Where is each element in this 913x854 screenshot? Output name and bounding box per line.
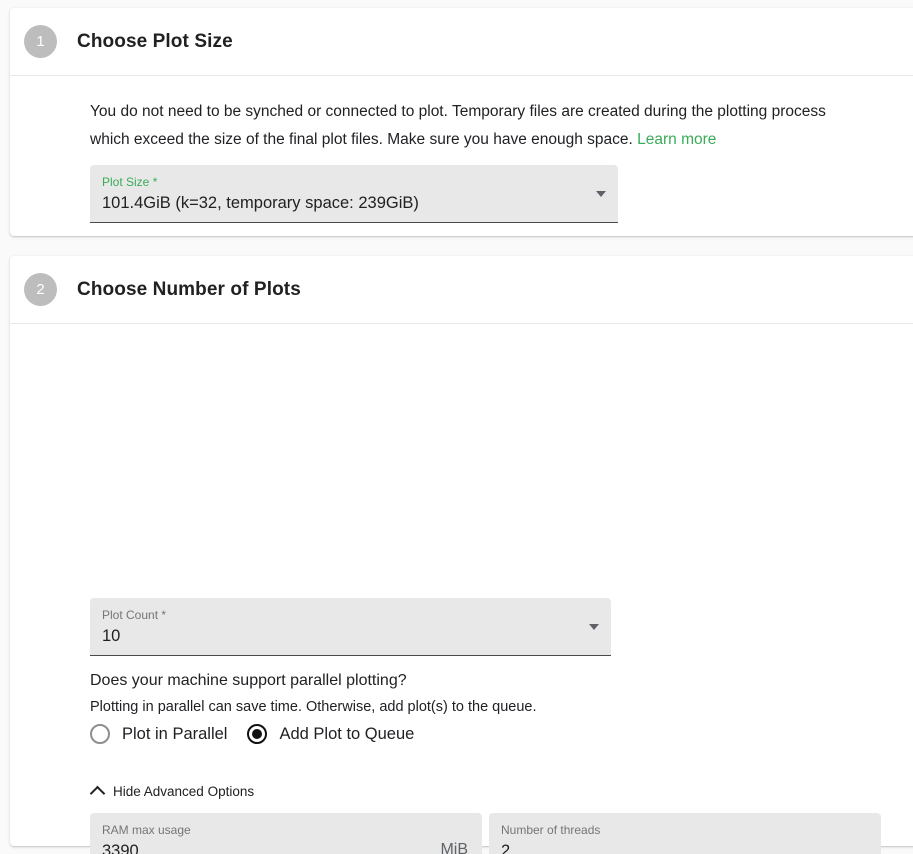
card-body-plot-size: You do not need to be synched or connect… — [10, 76, 913, 154]
ram-max-usage-field[interactable]: RAM max usage 3390 MiB — [90, 813, 482, 854]
ram-max-usage-unit: MiB — [440, 841, 468, 854]
radio-add-plot-to-queue-label: Add Plot to Queue — [279, 724, 415, 743]
plotting-wizard-page: 1 Choose Plot Size You do not need to be… — [0, 0, 913, 854]
plot-count-label: Plot Count * — [102, 608, 167, 622]
ram-max-usage-value: 3390 — [102, 842, 139, 854]
radio-plot-in-parallel[interactable]: Plot in Parallel — [90, 724, 227, 744]
chevron-down-icon[interactable] — [596, 190, 606, 197]
radio-add-plot-to-queue[interactable]: Add Plot to Queue — [247, 724, 414, 744]
parallel-plotting-subtext: Plotting in parallel can save time. Othe… — [90, 699, 537, 715]
plot-size-label: Plot Size * — [102, 175, 158, 189]
number-of-threads-label: Number of threads — [501, 823, 601, 837]
radio-unchecked-icon[interactable] — [90, 724, 110, 744]
step-number-badge-1: 1 — [24, 25, 57, 58]
plot-count-value: 10 — [102, 627, 121, 645]
hide-advanced-options-label: Hide Advanced Options — [113, 784, 255, 799]
chevron-down-icon[interactable] — [589, 623, 599, 630]
ram-max-usage-label: RAM max usage — [102, 823, 191, 837]
choose-plot-size-card: 1 Choose Plot Size You do not need to be… — [10, 8, 913, 236]
plot-count-select[interactable]: Plot Count * 10 — [90, 598, 611, 656]
number-of-threads-value: 2 — [501, 842, 511, 854]
plot-size-select[interactable]: Plot Size * 101.4GiB (k=32, temporary sp… — [90, 165, 618, 223]
number-of-threads-field[interactable]: Number of threads 2 — [489, 813, 881, 854]
plot-size-value: 101.4GiB (k=32, temporary space: 239GiB) — [102, 194, 419, 212]
card-header-number-of-plots: 2 Choose Number of Plots — [10, 256, 913, 324]
parallel-plotting-question: Does your machine support parallel plott… — [90, 672, 407, 689]
plot-size-description: You do not need to be synched or connect… — [26, 76, 826, 154]
choose-number-of-plots-card: 2 Choose Number of Plots Plot Count * 10… — [10, 256, 913, 854]
parallel-mode-radio-group: Plot in Parallel Add Plot to Queue — [90, 724, 434, 744]
page-title-plot-size: Choose Plot Size — [77, 30, 233, 52]
chevron-up-icon — [89, 785, 106, 802]
radio-plot-in-parallel-label: Plot in Parallel — [122, 724, 228, 743]
card-header-plot-size: 1 Choose Plot Size — [10, 8, 913, 76]
page-title-number-of-plots: Choose Number of Plots — [77, 278, 301, 300]
radio-checked-icon[interactable] — [247, 724, 268, 744]
hide-advanced-options-toggle[interactable]: Hide Advanced Options — [89, 784, 255, 802]
radio-dot — [252, 729, 263, 739]
step-number-badge-2: 2 — [24, 273, 57, 306]
learn-more-link[interactable]: Learn more — [637, 131, 716, 148]
